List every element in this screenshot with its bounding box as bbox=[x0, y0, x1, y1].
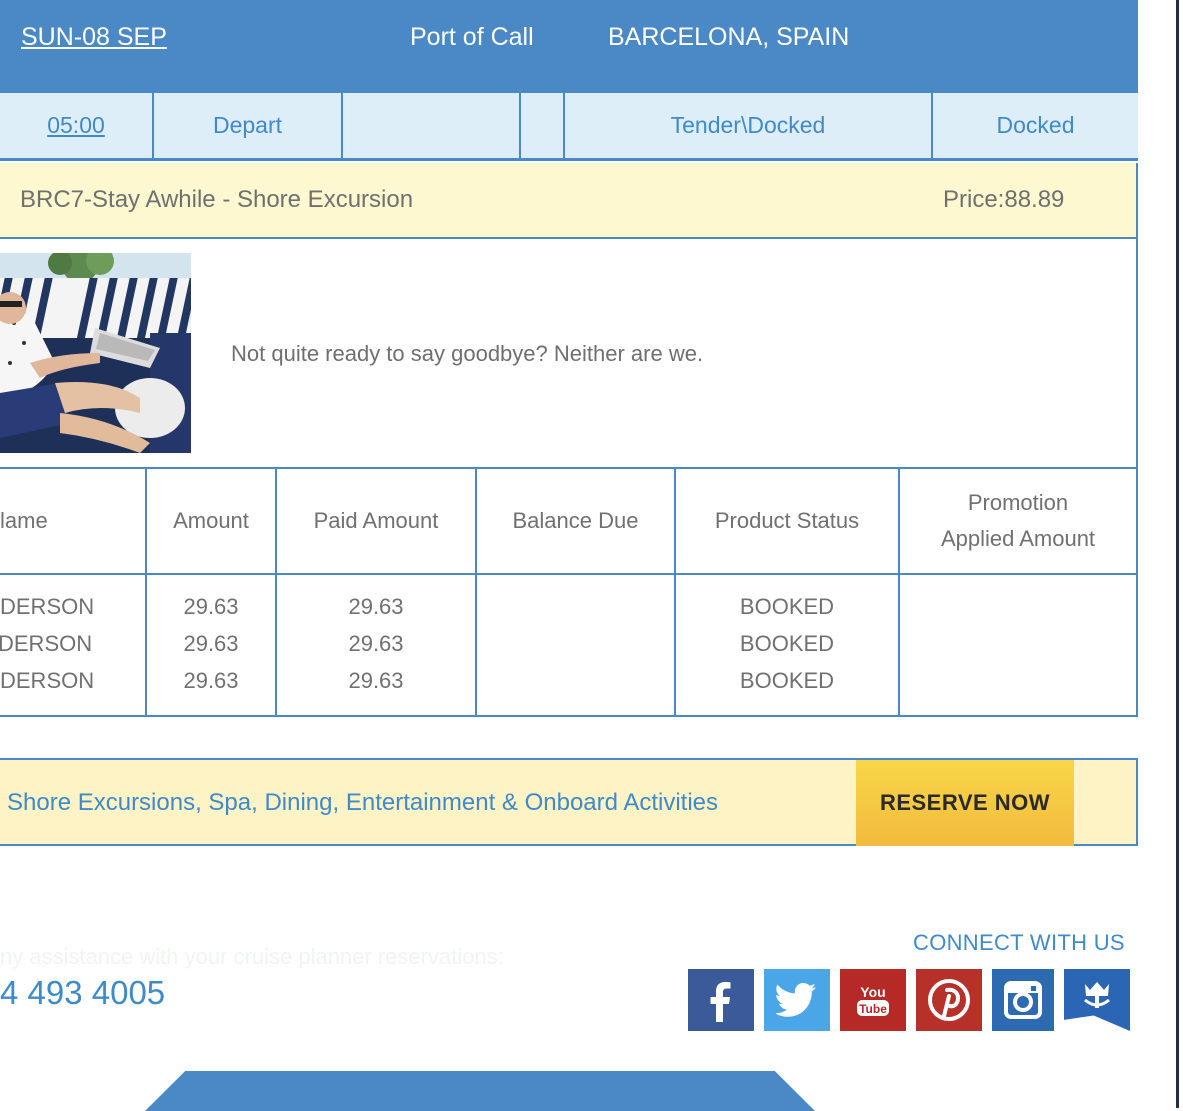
cruise-planner-email: SUN-08 SEP Port of Call BARCELONA, SPAIN… bbox=[0, 0, 1138, 1111]
date-link[interactable]: SUN-08 SEP bbox=[21, 23, 167, 52]
youtube-icon[interactable]: You Tube bbox=[840, 969, 906, 1031]
assistance-text: ny assistance with your cruise planner r… bbox=[0, 944, 504, 969]
table-cell-paid: 29.63 bbox=[348, 631, 404, 656]
guest-booking-table: lame Amount Paid Amount Balance Due Prod… bbox=[0, 469, 1138, 717]
table-cell-amount: 29.63 bbox=[183, 668, 239, 693]
table-cell-status: BOOKED bbox=[739, 668, 835, 693]
facebook-icon[interactable] bbox=[688, 969, 754, 1031]
phone-number[interactable]: 4 493 4005 bbox=[0, 974, 165, 1012]
column-amount: 29.63 29.63 29.63 bbox=[147, 588, 275, 699]
port-of-call-label: Port of Call bbox=[410, 23, 534, 51]
bottom-navigation-tab[interactable] bbox=[145, 1071, 815, 1111]
excursion-price: Price:88.89 bbox=[943, 186, 1065, 213]
excursion-description-text: Not quite ready to say goodbye? Neither … bbox=[231, 341, 704, 366]
reserve-now-button[interactable]: RESERVE NOW bbox=[856, 760, 1074, 846]
excursion-photo bbox=[0, 253, 191, 453]
header-name-text: lame bbox=[0, 508, 48, 533]
column-guest-names: DERSON DERSON DERSON bbox=[0, 588, 145, 699]
activities-link[interactable]: Shore Excursions, Spa, Dining, Entertain… bbox=[7, 789, 718, 817]
empty-cell bbox=[343, 93, 521, 158]
table-cell-status: BOOKED bbox=[739, 631, 835, 656]
action-cell: Depart bbox=[154, 93, 343, 158]
itinerary-time-row: 05:00 Depart Tender\Docked Docked bbox=[0, 91, 1138, 161]
header-balance-due: Balance Due bbox=[512, 508, 639, 533]
city-label: BARCELONA, SPAIN bbox=[608, 23, 850, 51]
connect-with-us-label: CONNECT WITH US bbox=[913, 930, 1125, 955]
table-header-divider bbox=[0, 573, 1136, 575]
header-promo-line1: Promotion bbox=[967, 490, 1069, 515]
table-cell-paid: 29.63 bbox=[348, 668, 404, 693]
header-product-status: Product Status bbox=[714, 508, 860, 533]
time-cell: 05:00 bbox=[0, 93, 154, 158]
tender-docked-cell: Tender\Docked bbox=[565, 93, 933, 158]
window-edge-line bbox=[1176, 0, 1179, 1108]
table-cell-amount: 29.63 bbox=[183, 594, 239, 619]
excursion-title-bar: BRC7-Stay Awhile - Shore Excursion Price… bbox=[0, 163, 1138, 239]
window-edge bbox=[1138, 0, 1183, 1108]
empty-cell bbox=[521, 93, 565, 158]
pinterest-icon[interactable] bbox=[916, 969, 982, 1031]
table-cell-status: BOOKED bbox=[739, 594, 835, 619]
royal-caribbean-crown-anchor-icon[interactable] bbox=[1064, 969, 1130, 1031]
header-promo-line2: Applied Amount bbox=[940, 526, 1096, 551]
twitter-icon[interactable] bbox=[764, 969, 830, 1031]
excursion-description: Not quite ready to say goodbye? Neither … bbox=[0, 239, 1138, 469]
table-cell-name: DERSON bbox=[0, 668, 95, 693]
header-amount: Amount bbox=[173, 508, 249, 533]
svg-text:You: You bbox=[860, 984, 885, 1000]
reserve-banner: Shore Excursions, Spa, Dining, Entertain… bbox=[0, 758, 1138, 846]
time-link[interactable]: 05:00 bbox=[47, 112, 105, 139]
header-paid-amount: Paid Amount bbox=[313, 508, 439, 533]
header-name: lame bbox=[0, 469, 145, 573]
table-cell-name: DERSON bbox=[0, 594, 95, 619]
column-product-status: BOOKED BOOKED BOOKED bbox=[676, 588, 898, 699]
excursion-name: BRC7-Stay Awhile - Shore Excursion bbox=[20, 186, 414, 213]
column-paid-amount: 29.63 29.63 29.63 bbox=[277, 588, 475, 699]
instagram-icon[interactable] bbox=[992, 969, 1054, 1031]
docked-status-cell: Docked bbox=[996, 112, 1075, 138]
svg-text:Tube: Tube bbox=[859, 1002, 887, 1016]
header-promotion-applied-amount: Promotion Applied Amount bbox=[900, 469, 1136, 573]
table-cell-name: DERSON bbox=[0, 631, 93, 656]
table-cell-paid: 29.63 bbox=[348, 594, 404, 619]
port-header: SUN-08 SEP Port of Call BARCELONA, SPAIN bbox=[0, 0, 1138, 91]
table-cell-amount: 29.63 bbox=[183, 631, 239, 656]
